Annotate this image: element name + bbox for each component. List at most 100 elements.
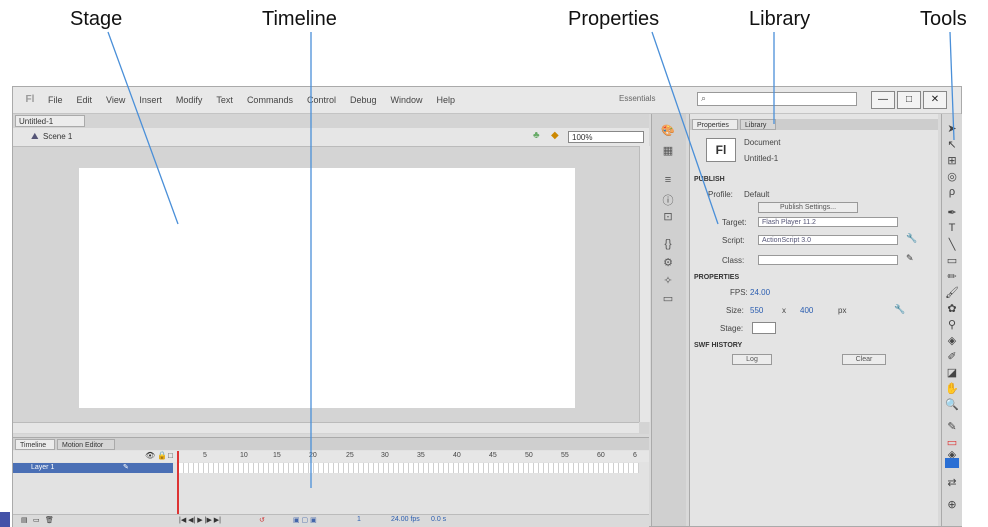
free-transform-tool-icon[interactable]: ⊞ — [944, 154, 960, 168]
align-panel-icon[interactable]: ≡ — [660, 174, 676, 188]
edit-document-wrench-icon[interactable]: 🔧 — [894, 304, 905, 315]
edit-bar: ⛰ Scene 1 ♣ ◆ 100% — [13, 128, 649, 147]
onion-skin-icon[interactable]: ▣ ▢ ▣ — [293, 516, 317, 524]
subselection-tool-icon[interactable]: ↖ — [944, 138, 960, 152]
close-button[interactable]: ✕ — [923, 91, 947, 109]
selection-tool-icon[interactable]: ➤ — [944, 122, 960, 136]
tab-motion-editor[interactable]: Motion Editor — [57, 439, 115, 450]
publish-section-header[interactable]: PUBLISH — [694, 176, 725, 183]
frame-number: 45 — [489, 452, 497, 459]
pen-tool-icon[interactable]: ✒ — [944, 206, 960, 220]
layer-row[interactable]: Layer 1 ✎ — [13, 463, 173, 473]
eyedropper-tool-icon[interactable]: ✐ — [944, 350, 960, 364]
script-select[interactable]: ActionScript 3.0 — [758, 235, 898, 245]
eye-icon[interactable]: 👁 — [145, 451, 155, 460]
frame-cells[interactable] — [179, 463, 639, 473]
components-icon[interactable]: ⚙ — [660, 256, 676, 270]
color-panel-icon[interactable]: 🎨 — [660, 124, 676, 138]
zoom-tool-icon[interactable]: 🔍 — [944, 398, 960, 412]
lock-icon[interactable]: 🔒 — [157, 451, 167, 460]
brush-tool-icon[interactable]: 🖌 — [944, 286, 960, 300]
edit-symbols-icon[interactable]: ♣ — [533, 130, 540, 141]
px-unit: px — [838, 306, 847, 315]
minimize-button[interactable]: — — [871, 91, 895, 109]
stage-color-swatch[interactable] — [752, 322, 776, 334]
search-input[interactable]: ⌕ — [697, 92, 857, 106]
bone-tool-icon[interactable]: ⚲ — [944, 318, 960, 332]
menu-help[interactable]: Help — [430, 95, 463, 105]
height-value[interactable]: 400 — [800, 306, 813, 315]
snap-magnet-icon[interactable]: ⊕ — [944, 498, 960, 512]
clear-button[interactable]: Clear — [842, 354, 886, 365]
menu-file[interactable]: File — [41, 95, 70, 105]
size-separator: x — [782, 306, 786, 315]
info-panel-icon[interactable]: ⓘ — [660, 192, 676, 207]
text-tool-icon[interactable]: T — [944, 222, 960, 236]
fps-value[interactable]: 24.00 — [750, 288, 770, 297]
doc-name: Untitled-1 — [744, 154, 779, 163]
loop-icon[interactable]: ↺ — [259, 516, 265, 524]
paint-bucket-tool-icon[interactable]: ◈ — [944, 334, 960, 348]
line-tool-icon[interactable]: ╲ — [944, 238, 960, 252]
swatches-panel-icon[interactable]: ▦ — [660, 144, 676, 158]
frame-number: 35 — [417, 452, 425, 459]
fps-readout: 24.00 fps — [391, 516, 420, 523]
zoom-select[interactable]: 100% — [568, 131, 644, 143]
target-select[interactable]: Flash Player 11.2 — [758, 217, 898, 227]
workspace-switcher[interactable]: Essentials — [619, 94, 655, 103]
tab-library[interactable]: Library — [740, 119, 776, 130]
pencil-tool-icon[interactable]: ✏ — [944, 270, 960, 284]
code-snippets-icon[interactable]: {} — [660, 238, 676, 252]
outline-icon[interactable]: □ — [168, 451, 173, 460]
stage-annotation: Stage — [70, 8, 123, 30]
publish-settings-button[interactable]: Publish Settings... — [758, 202, 858, 213]
log-button[interactable]: Log — [732, 354, 772, 365]
properties-section-header[interactable]: PROPERTIES — [694, 274, 739, 281]
3d-rotation-tool-icon[interactable]: ◎ — [944, 170, 960, 184]
tab-timeline[interactable]: Timeline — [15, 439, 55, 450]
pencil-icon[interactable]: ✎ — [906, 253, 914, 264]
deco-tool-icon[interactable]: ✿ — [944, 302, 960, 316]
transform-panel-icon[interactable]: ⊡ — [660, 210, 676, 224]
timeline-tabs: Timeline Motion Editor — [13, 438, 649, 450]
menu-debug[interactable]: Debug — [343, 95, 384, 105]
wrench-icon[interactable]: 🔧 — [906, 233, 917, 244]
class-input[interactable] — [758, 255, 898, 265]
timeline-annotation: Timeline — [262, 8, 337, 30]
stroke-color-icon[interactable]: ✎ — [944, 420, 960, 434]
menu-insert[interactable]: Insert — [132, 95, 169, 105]
menu-view[interactable]: View — [99, 95, 132, 105]
document-tab[interactable]: Untitled-1 — [15, 115, 85, 127]
fill-color-swatch[interactable] — [945, 458, 959, 468]
search-icon: ⌕ — [701, 93, 707, 103]
stage-canvas[interactable] — [79, 168, 575, 408]
lasso-tool-icon[interactable]: ρ — [944, 186, 960, 200]
edit-scene-icon[interactable]: ◆ — [551, 130, 559, 141]
width-value[interactable]: 550 — [750, 306, 763, 315]
menu-text[interactable]: Text — [209, 95, 240, 105]
swap-colors-icon[interactable]: ⇄ — [944, 476, 960, 490]
output-panel-icon[interactable]: ▭ — [660, 292, 676, 306]
hand-tool-icon[interactable]: ✋ — [944, 382, 960, 396]
playback-controls-icon[interactable]: |◀ ◀| ▶ |▶ ▶| — [179, 516, 221, 524]
menu-modify[interactable]: Modify — [169, 95, 210, 105]
swf-history-section-header[interactable]: SWF HISTORY — [694, 342, 742, 349]
timeline-panel: Timeline Motion Editor 👁 🔒 □ 5 10 15 20 … — [13, 437, 649, 527]
delete-layer-icon[interactable]: 🗑 — [45, 516, 54, 524]
properties-annotation: Properties — [568, 8, 660, 30]
maximize-button[interactable]: □ — [897, 91, 921, 109]
tab-properties[interactable]: Properties — [692, 119, 738, 130]
scene-label[interactable]: Scene 1 — [43, 132, 72, 141]
new-layer-icon[interactable]: ▤ — [21, 516, 28, 524]
scene-icon: ⛰ — [31, 131, 39, 141]
horizontal-scrollbar[interactable] — [13, 422, 639, 433]
motion-presets-icon[interactable]: ✧ — [660, 274, 676, 288]
menu-commands[interactable]: Commands — [240, 95, 300, 105]
eraser-tool-icon[interactable]: ◪ — [944, 366, 960, 380]
menu-window[interactable]: Window — [384, 95, 430, 105]
menu-control[interactable]: Control — [300, 95, 343, 105]
rectangle-tool-icon[interactable]: ▭ — [944, 254, 960, 268]
new-folder-icon[interactable]: ▭ — [33, 516, 40, 524]
vertical-scrollbar[interactable] — [639, 146, 650, 422]
menu-edit[interactable]: Edit — [70, 95, 100, 105]
